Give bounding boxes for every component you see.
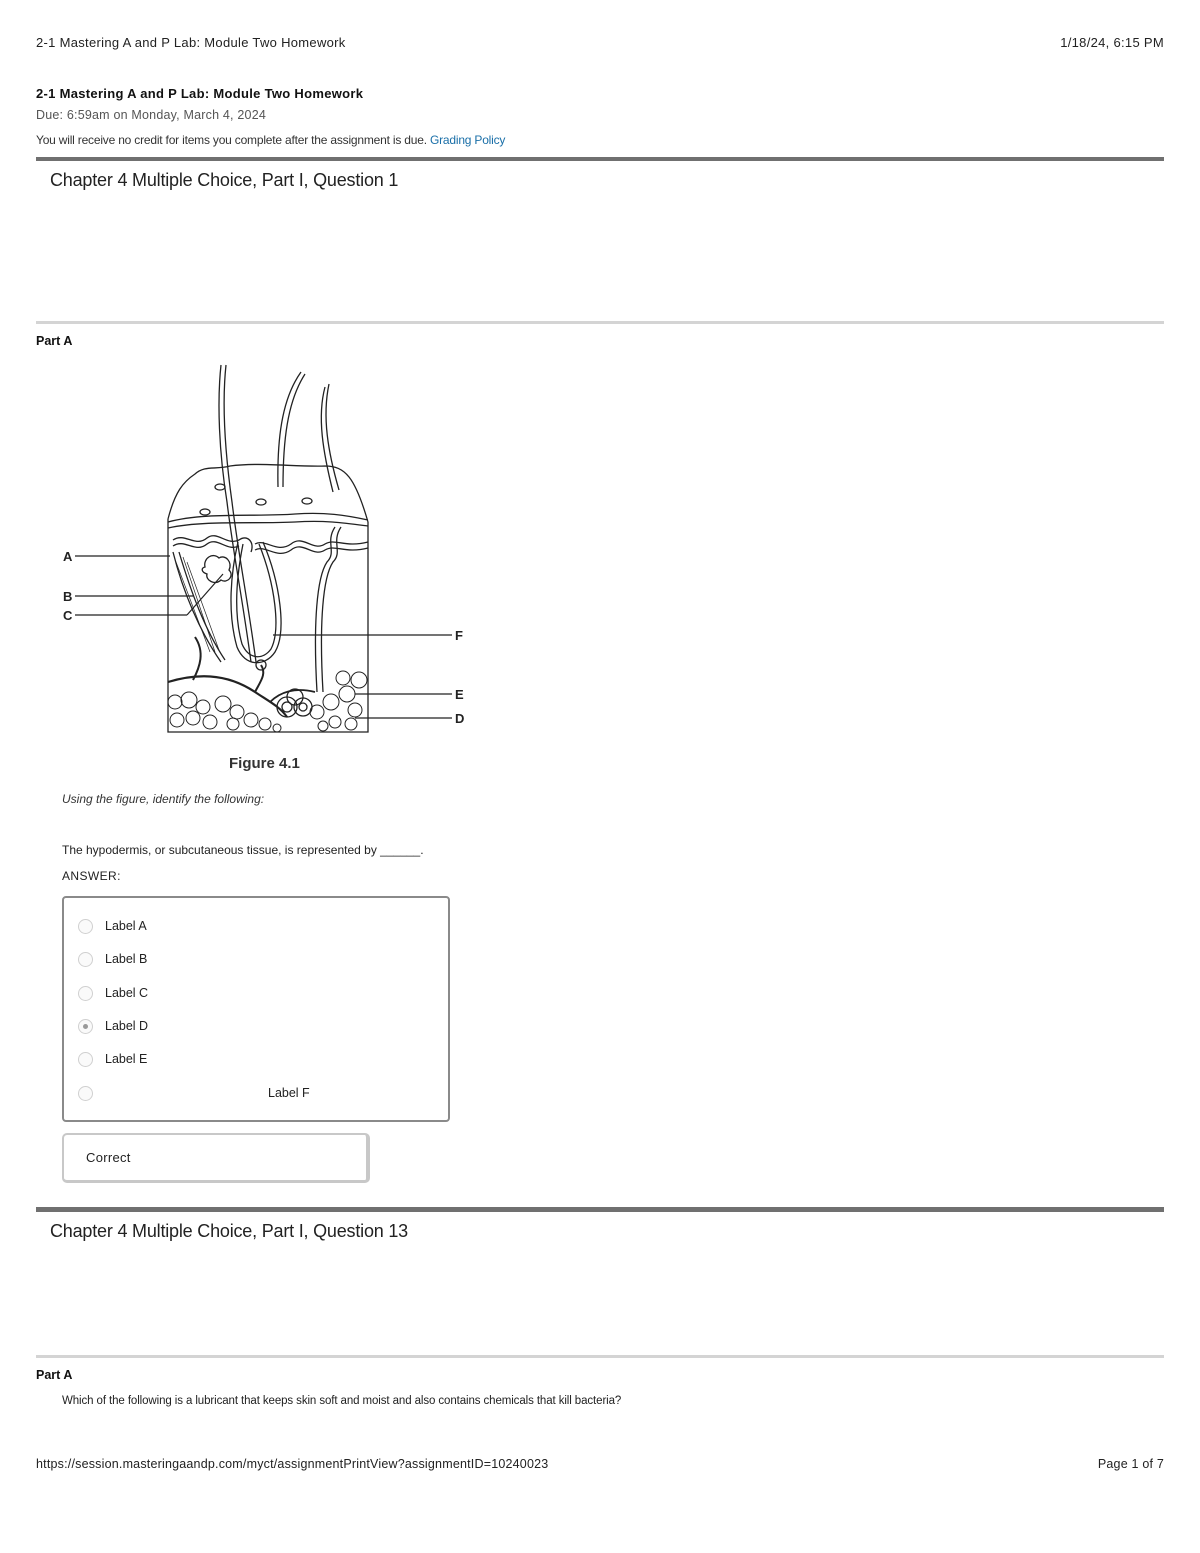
question-title: Chapter 4 Multiple Choice, Part I, Quest… bbox=[50, 1221, 408, 1241]
assignment-title: 2-1 Mastering A and P Lab: Module Two Ho… bbox=[36, 86, 364, 101]
radio-button[interactable] bbox=[78, 951, 93, 967]
question-divider bbox=[36, 1207, 1164, 1212]
grading-policy-link[interactable]: Grading Policy bbox=[430, 133, 505, 147]
figure-label-e: E bbox=[455, 687, 464, 702]
option-text: Label B bbox=[105, 952, 148, 966]
option-label-a[interactable]: Label A bbox=[78, 916, 147, 936]
question-instruction: Using the figure, identify the following… bbox=[62, 792, 265, 806]
question-prompt: Which of the following is a lubricant th… bbox=[62, 1395, 622, 1407]
skin-diagram-figure: A B C D E F Figure 4.1 bbox=[55, 362, 475, 777]
page-number: Page 1 of 7 bbox=[1097, 1457, 1164, 1471]
option-label-f[interactable]: Label F bbox=[78, 1083, 438, 1103]
part-label: Part A bbox=[36, 334, 73, 348]
figure-label-d: D bbox=[455, 711, 464, 726]
figure-label-a: A bbox=[63, 549, 73, 564]
figure-label-b: B bbox=[63, 589, 72, 604]
skin-diagram-svg: A B C D E F Figure 4.1 bbox=[63, 364, 464, 772]
radio-button[interactable] bbox=[78, 1085, 93, 1101]
option-text: Label F bbox=[268, 1086, 310, 1100]
feedback-correct: Correct bbox=[62, 1133, 370, 1183]
print-footer-url: https://session.masteringaandp.com/myct/… bbox=[36, 1457, 549, 1471]
part-label: Part A bbox=[36, 1368, 73, 1382]
option-label-e[interactable]: Label E bbox=[78, 1049, 147, 1069]
due-date: Due: 6:59am on Monday, March 4, 2024 bbox=[36, 108, 267, 122]
credit-notice: You will receive no credit for items you… bbox=[36, 133, 505, 147]
answer-label: ANSWER: bbox=[62, 869, 121, 883]
option-label-c[interactable]: Label C bbox=[78, 983, 148, 1003]
radio-button-selected[interactable] bbox=[78, 1018, 93, 1034]
credit-notice-text: You will receive no credit for items you… bbox=[36, 133, 427, 147]
option-text: Label D bbox=[105, 1019, 149, 1033]
figure-label-f: F bbox=[455, 628, 463, 643]
option-text: Label E bbox=[105, 1052, 148, 1066]
radio-button[interactable] bbox=[78, 918, 93, 934]
radio-button[interactable] bbox=[78, 1051, 93, 1067]
answer-options-box: Label A Label B Label C Label D Label E … bbox=[62, 896, 450, 1122]
figure-caption: Figure 4.1 bbox=[229, 755, 300, 772]
radio-button[interactable] bbox=[78, 985, 93, 1001]
print-header-title: 2-1 Mastering A and P Lab: Module Two Ho… bbox=[36, 35, 346, 50]
option-label-d[interactable]: Label D bbox=[78, 1016, 148, 1036]
option-text: Label C bbox=[105, 986, 149, 1000]
option-label-b[interactable]: Label B bbox=[78, 949, 147, 969]
figure-label-c: C bbox=[63, 608, 73, 623]
question-title: Chapter 4 Multiple Choice, Part I, Quest… bbox=[50, 170, 399, 190]
print-header-datetime: 1/18/24, 6:15 PM bbox=[1060, 35, 1164, 50]
option-text: Label A bbox=[105, 919, 147, 933]
part-divider bbox=[36, 1355, 1164, 1358]
part-divider bbox=[36, 321, 1164, 324]
question-prompt: The hypodermis, or subcutaneous tissue, … bbox=[62, 843, 424, 857]
question-divider bbox=[36, 157, 1164, 161]
